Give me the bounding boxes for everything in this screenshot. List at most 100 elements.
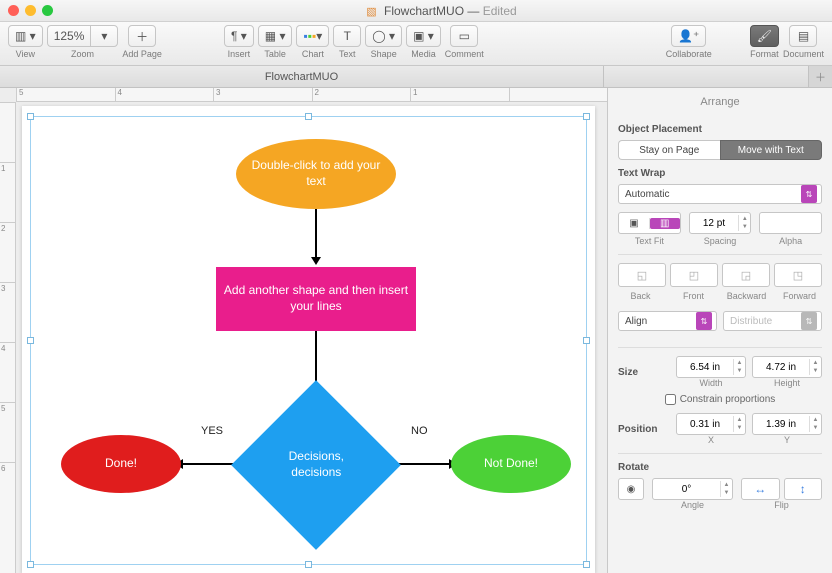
shape-label: Shape — [371, 49, 397, 59]
process-shape[interactable]: Add another shape and then insert your l… — [216, 267, 416, 331]
width-input[interactable] — [677, 362, 733, 373]
y-input[interactable] — [753, 419, 809, 430]
angle-stepper[interactable]: ▲▼ — [652, 478, 733, 500]
y-label: Y — [752, 435, 822, 445]
angle-label: Angle — [652, 500, 733, 510]
canvas-area[interactable]: 54321 123456 — [0, 88, 607, 573]
view-label: View — [16, 49, 35, 59]
textfit-label: Text Fit — [635, 236, 664, 246]
x-label: X — [676, 435, 746, 445]
document-title: ▧ FlowchartMUO — Edited — [59, 4, 824, 18]
shape-button[interactable]: ◯ ▾ — [365, 25, 402, 47]
terminator-shape-start[interactable]: Double-click to add your text — [236, 139, 396, 209]
front-label: Front — [671, 291, 716, 301]
text-fit-toggle[interactable]: ▣▥ — [618, 212, 681, 234]
add-page-label: Add Page — [122, 49, 162, 59]
chart-button[interactable]: ▪▪▪ ▾ — [296, 25, 329, 47]
flip-label: Flip — [741, 500, 822, 510]
constrain-proportions-checkbox[interactable] — [665, 394, 676, 405]
distribute-dropdown[interactable]: Distribute⇅ — [723, 311, 822, 331]
format-button[interactable]: 🖌 — [750, 25, 779, 47]
spacing-label: Spacing — [704, 236, 737, 246]
connector-label-yes[interactable]: YES — [201, 425, 223, 437]
main-toolbar: ▥ ▾ View 125% ▾ Zoom ＋ Add Page ¶ ▾ Inse… — [0, 22, 832, 66]
collaborate-button[interactable]: 👤⁺ — [671, 25, 706, 47]
terminator-shape-done[interactable]: Done! — [61, 435, 181, 493]
alpha-label: Alpha — [779, 236, 802, 246]
comment-button[interactable]: ▭ — [450, 25, 478, 47]
insert-button[interactable]: ¶ ▾ — [224, 25, 254, 47]
zoom-value-button[interactable]: 125% — [47, 25, 91, 47]
new-tab-button[interactable]: ＋ — [808, 66, 832, 87]
send-to-back-button[interactable]: ◱ — [618, 263, 666, 287]
constrain-label: Constrain proportions — [680, 394, 776, 405]
zoom-icon[interactable] — [42, 5, 53, 16]
document-page[interactable]: Double-click to add your text Add anothe… — [22, 106, 595, 573]
chart-label: Chart — [302, 49, 324, 59]
backward-label: Backward — [724, 291, 769, 301]
collaborate-label: Collaborate — [666, 49, 712, 59]
move-with-text-option[interactable]: Move with Text — [720, 140, 823, 160]
text-button[interactable]: T — [333, 25, 361, 47]
bring-forward-button[interactable]: ◳ — [774, 263, 822, 287]
resize-handle-br[interactable] — [583, 561, 590, 568]
textwrap-dropdown[interactable]: Automatic⇅ — [618, 184, 822, 204]
insert-label: Insert — [228, 49, 251, 59]
position-label: Position — [618, 424, 668, 435]
text-label: Text — [339, 49, 356, 59]
spacing-stepper[interactable]: ▲▼ — [689, 212, 752, 234]
terminator-shape-notdone[interactable]: Not Done! — [451, 435, 571, 493]
resize-handle-bl[interactable] — [27, 561, 34, 568]
placement-segment[interactable]: Stay on Page Move with Text — [618, 140, 822, 160]
tab-flowchartmuo[interactable]: FlowchartMUO — [0, 66, 604, 87]
stay-on-page-option[interactable]: Stay on Page — [618, 140, 720, 160]
bring-to-front-button[interactable]: ◰ — [670, 263, 718, 287]
media-button[interactable]: ▣ ▾ — [406, 25, 441, 47]
flip-vertical-button[interactable]: ↕ — [784, 478, 823, 500]
resize-handle-tr[interactable] — [583, 113, 590, 120]
y-stepper[interactable]: ▲▼ — [752, 413, 822, 435]
inspector-title: Arrange — [618, 88, 822, 118]
size-label: Size — [618, 367, 668, 378]
send-backward-button[interactable]: ◲ — [722, 263, 770, 287]
chevron-updown-icon: ⇅ — [801, 312, 817, 330]
table-button[interactable]: ▦ ▾ — [258, 25, 293, 47]
back-label: Back — [618, 291, 663, 301]
angle-input[interactable] — [653, 484, 720, 495]
x-input[interactable] — [677, 419, 733, 430]
media-label: Media — [411, 49, 436, 59]
alpha-field[interactable] — [759, 212, 822, 234]
add-page-button[interactable]: ＋ — [128, 25, 156, 47]
connector-label-no[interactable]: NO — [411, 425, 428, 437]
x-stepper[interactable]: ▲▼ — [676, 413, 746, 435]
resize-handle-tm[interactable] — [305, 113, 312, 120]
comment-label: Comment — [445, 49, 484, 59]
forward-label: Forward — [777, 291, 822, 301]
height-stepper[interactable]: ▲▼ — [752, 356, 822, 378]
rotation-knob[interactable]: ◉ — [618, 478, 644, 500]
decision-shape[interactable]: Decisions, decisions — [231, 380, 401, 550]
zoom-label: Zoom — [71, 49, 94, 59]
width-label: Width — [676, 378, 746, 388]
horizontal-ruler: 54321 — [16, 88, 607, 102]
close-icon[interactable] — [8, 5, 19, 16]
textwrap-heading: Text Wrap — [618, 168, 822, 179]
resize-handle-tl[interactable] — [27, 113, 34, 120]
minimize-icon[interactable] — [25, 5, 36, 16]
connector-line[interactable] — [315, 209, 317, 259]
zoom-dropdown-button[interactable]: ▾ — [90, 25, 118, 47]
resize-handle-bm[interactable] — [305, 561, 312, 568]
align-dropdown[interactable]: Align⇅ — [618, 311, 717, 331]
tab-strip: FlowchartMUO ＋ — [0, 66, 832, 88]
height-label: Height — [752, 378, 822, 388]
view-button[interactable]: ▥ ▾ — [8, 25, 43, 47]
flip-horizontal-button[interactable]: ↔ — [741, 478, 780, 500]
resize-handle-ml[interactable] — [27, 337, 34, 344]
selection-box[interactable]: Double-click to add your text Add anothe… — [30, 116, 587, 565]
inline-fit-icon: ▣ — [619, 218, 650, 229]
document-button[interactable]: ▤ — [789, 25, 817, 47]
height-input[interactable] — [753, 362, 809, 373]
resize-handle-mr[interactable] — [583, 337, 590, 344]
width-stepper[interactable]: ▲▼ — [676, 356, 746, 378]
spacing-input[interactable] — [690, 218, 739, 229]
